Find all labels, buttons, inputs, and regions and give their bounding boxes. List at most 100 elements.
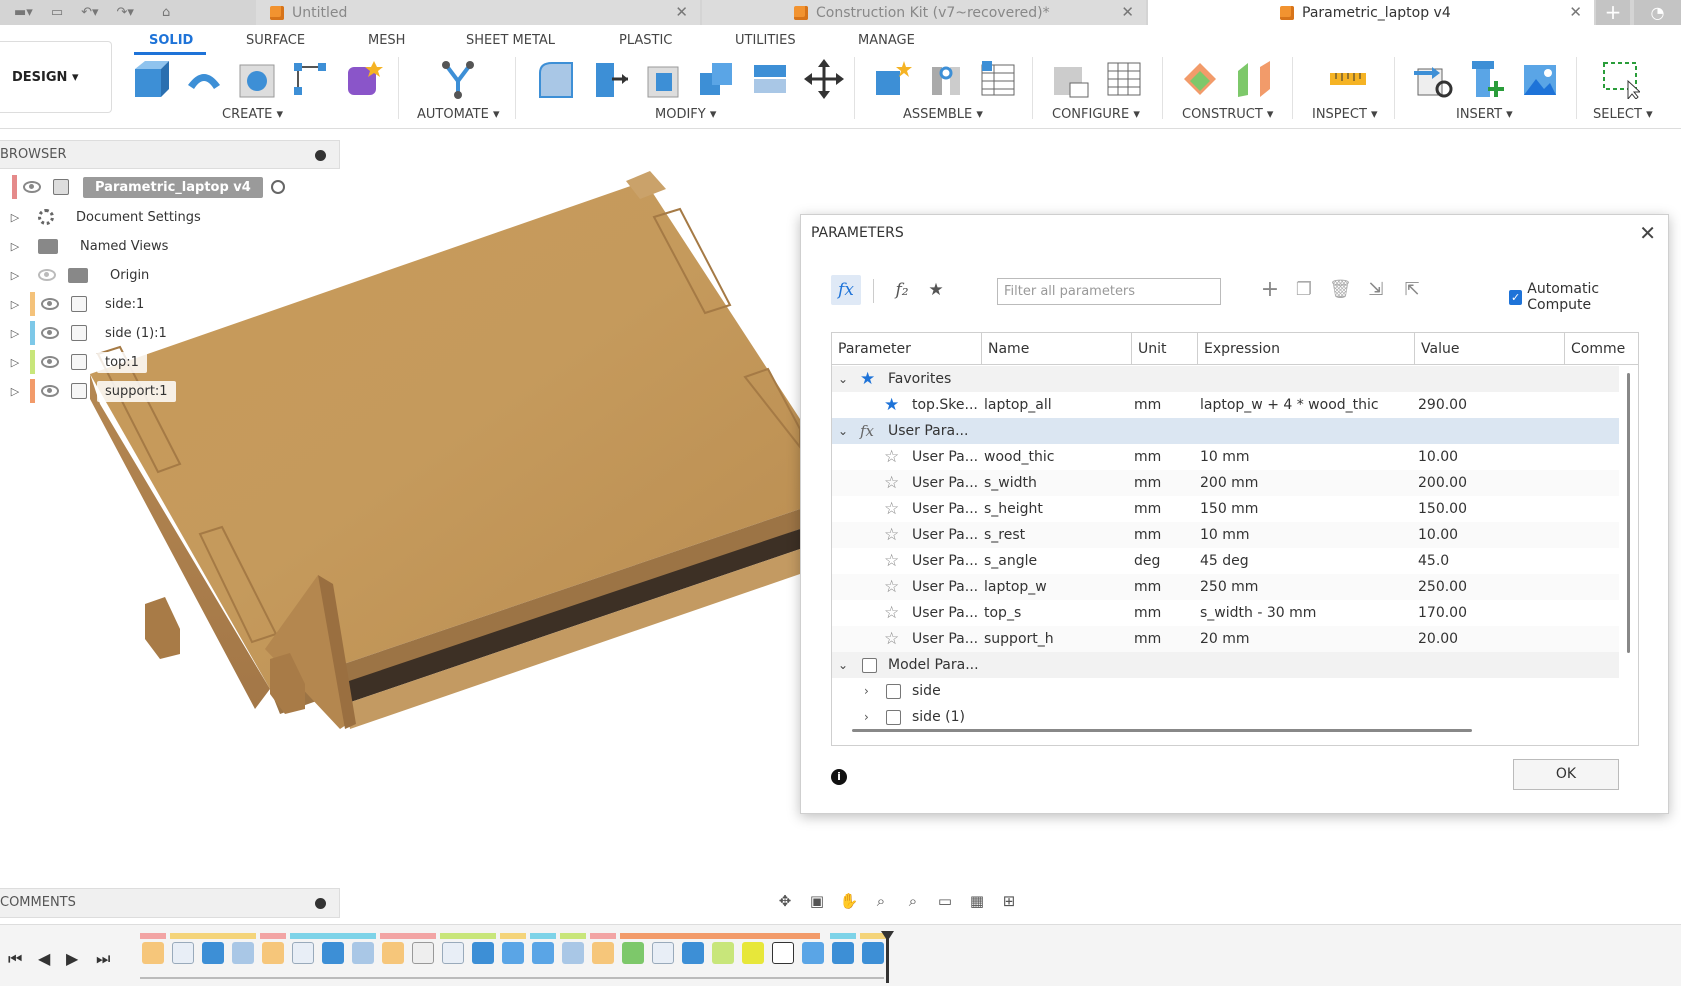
tab-mesh[interactable]: MESH: [368, 33, 405, 48]
expand-icon[interactable]: ▷: [0, 211, 30, 224]
expand-icon[interactable]: ▷: [0, 269, 30, 282]
visibility-eye-icon[interactable]: [41, 298, 59, 310]
info-icon[interactable]: i: [831, 769, 847, 785]
table-row[interactable]: ☆ User Pa... support_h mm 20 mm 20.00: [832, 626, 1619, 652]
insert-mcmaster-icon[interactable]: [1468, 59, 1508, 99]
insert-canvas-icon[interactable]: [1520, 59, 1560, 99]
cell-expression[interactable]: 20 mm: [1200, 626, 1250, 652]
cell-expression[interactable]: 250 mm: [1200, 574, 1258, 600]
look-at-icon[interactable]: ▣: [806, 892, 828, 910]
offset-face-icon[interactable]: [750, 59, 790, 99]
table-row[interactable]: ☆ User Pa... laptop_w mm 250 mm 250.00: [832, 574, 1619, 600]
table-icon[interactable]: [978, 59, 1018, 99]
file-menu-icon[interactable]: ▬▾: [14, 5, 33, 20]
tab-solid[interactable]: SOLID: [149, 33, 193, 48]
automate-icon[interactable]: [438, 59, 478, 99]
import-parameters-icon[interactable]: ⇲: [1365, 279, 1387, 301]
go-to-start-icon[interactable]: ⏮: [8, 949, 22, 969]
comments-panel-header[interactable]: COMMENTS: [0, 888, 340, 918]
next-step-icon[interactable]: ⏭: [96, 949, 110, 969]
pattern-icon[interactable]: [290, 59, 330, 99]
table-row[interactable]: ★ top.Ske... laptop_all mm laptop_w + 4 …: [832, 392, 1619, 418]
list-item[interactable]: › side (1): [832, 704, 1619, 730]
copy-parameter-icon[interactable]: ❐: [1293, 279, 1315, 301]
tab-construction-kit[interactable]: Construction Kit (v7~recovered)* ✕: [702, 0, 1146, 25]
expand-icon[interactable]: ▷: [0, 385, 30, 398]
timeline-feature-extrude[interactable]: [472, 942, 494, 964]
unfavorited-star-icon[interactable]: ☆: [884, 444, 899, 470]
user-parameters-fx-icon[interactable]: f₂: [887, 275, 917, 305]
tab-plastic[interactable]: PLASTIC: [619, 33, 672, 48]
new-tab-button[interactable]: +: [1596, 0, 1630, 25]
table-row[interactable]: ☆ User Pa... s_angle deg 45 deg 45.0: [832, 548, 1619, 574]
timeline-feature-sketch[interactable]: [652, 942, 674, 964]
automatic-compute-checkbox[interactable]: ✓ Automatic Compute: [1509, 281, 1651, 313]
configure-icon[interactable]: [1050, 59, 1090, 99]
timeline-feature-combine[interactable]: [502, 942, 524, 964]
timeline-feature-move[interactable]: [772, 942, 794, 964]
timeline-feature-extrude[interactable]: [202, 942, 224, 964]
new-sketch-icon[interactable]: [132, 59, 172, 99]
column-header-unit[interactable]: Unit: [1132, 333, 1198, 365]
unfavorited-star-icon[interactable]: ☆: [884, 574, 899, 600]
unfavorited-star-icon[interactable]: ☆: [884, 522, 899, 548]
export-parameters-icon[interactable]: ⇱: [1401, 279, 1423, 301]
redo-icon[interactable]: ↷▾: [117, 5, 134, 20]
browser-item-support-1[interactable]: ▷ support:1: [0, 379, 176, 403]
all-parameters-fx-icon[interactable]: fx: [831, 275, 861, 305]
zoom-icon[interactable]: ⌕: [870, 892, 892, 910]
create-menu[interactable]: CREATE ▾: [222, 107, 283, 122]
cell-expression[interactable]: 150 mm: [1200, 496, 1258, 522]
timeline-feature-extrude[interactable]: [322, 942, 344, 964]
expand-chevron-icon[interactable]: ›: [864, 704, 869, 730]
display-settings-icon[interactable]: ▭: [934, 892, 956, 910]
list-item[interactable]: › side: [832, 678, 1619, 704]
timeline-feature-combine[interactable]: [832, 942, 854, 964]
timeline-feature-combine[interactable]: [532, 942, 554, 964]
unfavorited-star-icon[interactable]: ☆: [884, 470, 899, 496]
top-plate[interactable]: [90, 181, 800, 689]
joint-icon[interactable]: [926, 59, 966, 99]
configure-menu[interactable]: CONFIGURE ▾: [1052, 107, 1140, 122]
cell-expression[interactable]: 10 mm: [1200, 444, 1250, 470]
cell-expression[interactable]: 10 mm: [1200, 522, 1250, 548]
fillet-icon[interactable]: [536, 59, 576, 99]
new-component-icon[interactable]: [872, 59, 912, 99]
timeline-feature-component[interactable]: [592, 942, 614, 964]
previous-step-icon[interactable]: ◀: [38, 949, 50, 968]
viewports-icon[interactable]: ⊞: [998, 892, 1020, 910]
timeline-feature-selected[interactable]: [742, 942, 764, 964]
tab-sheet-metal[interactable]: SHEET METAL: [466, 33, 555, 48]
foot-block-left[interactable]: [145, 597, 180, 659]
activate-radio-icon[interactable]: [270, 180, 285, 194]
timeline-feature-sketch[interactable]: [142, 942, 164, 964]
ok-button[interactable]: OK: [1513, 759, 1619, 790]
column-header-comment[interactable]: Comme: [1565, 333, 1638, 365]
group-row-model-parameters[interactable]: ⌄ Model Para...: [832, 652, 1619, 678]
form-icon[interactable]: [344, 59, 384, 99]
inspect-menu[interactable]: INSPECT ▾: [1312, 107, 1378, 122]
timeline-feature-sketch[interactable]: [172, 942, 194, 964]
automate-menu[interactable]: AUTOMATE ▾: [417, 107, 500, 122]
expand-icon[interactable]: ▷: [0, 298, 30, 311]
group-row-favorites[interactable]: ⌄ ★ Favorites: [832, 366, 1619, 392]
select-menu[interactable]: SELECT ▾: [1593, 107, 1653, 122]
grid-settings-icon[interactable]: ▦: [966, 892, 988, 910]
close-icon[interactable]: ✕: [1569, 3, 1582, 21]
close-icon[interactable]: ✕: [1121, 3, 1134, 21]
hidden-eye-icon[interactable]: [38, 269, 56, 281]
tab-untitled[interactable]: Untitled ✕: [256, 0, 700, 25]
insert-derive-icon[interactable]: [1414, 59, 1454, 99]
browser-item-side-1[interactable]: ▷ side:1: [0, 292, 153, 316]
tab-parametric-laptop[interactable]: Parametric_laptop v4 ✕: [1148, 0, 1594, 25]
timeline-feature-sketch[interactable]: [442, 942, 464, 964]
undo-icon[interactable]: ↶▾: [81, 5, 98, 20]
table-row[interactable]: ☆ User Pa... wood_thic mm 10 mm 10.00: [832, 444, 1619, 470]
unfavorited-star-icon[interactable]: ☆: [884, 600, 899, 626]
timeline-marker[interactable]: [886, 935, 889, 983]
browser-root[interactable]: Parametric_laptop v4: [0, 175, 285, 199]
construct-menu[interactable]: CONSTRUCT ▾: [1182, 107, 1273, 122]
timeline-feature-combine[interactable]: [862, 942, 884, 964]
timeline-feature-plane[interactable]: [622, 942, 644, 964]
visibility-eye-icon[interactable]: [23, 181, 41, 193]
